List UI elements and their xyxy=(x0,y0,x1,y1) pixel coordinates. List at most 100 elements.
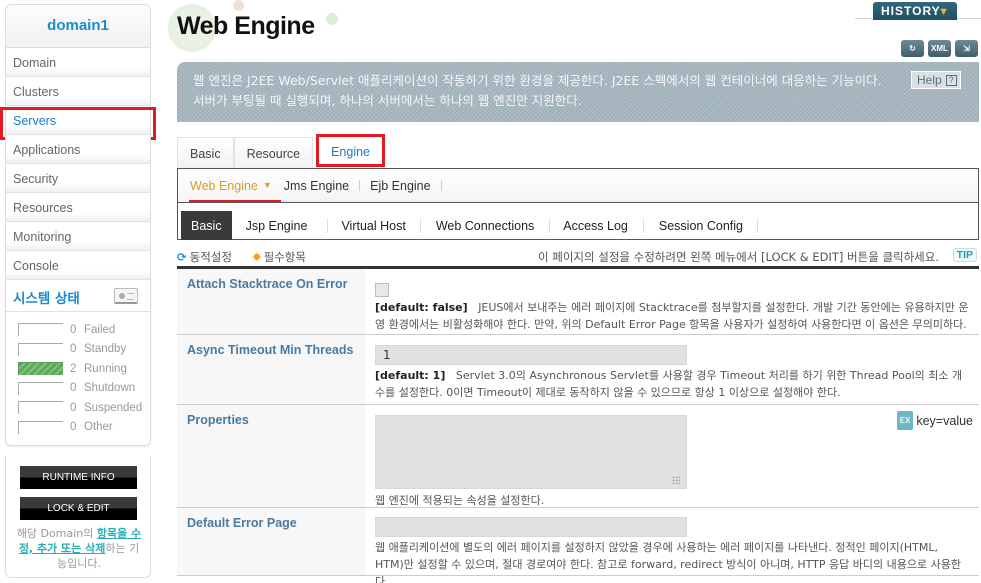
default-error-page-input[interactable] xyxy=(375,517,687,537)
status-label: Suspended xyxy=(84,401,143,414)
resize-grip-icon[interactable] xyxy=(672,476,680,484)
default-value: [default: 1] xyxy=(375,369,446,382)
reload-icon[interactable]: ↻ xyxy=(901,40,924,57)
status-label: Other xyxy=(84,421,113,434)
status-bar xyxy=(18,362,63,376)
monitor-icon[interactable] xyxy=(114,288,138,304)
question-icon: ? xyxy=(945,75,957,86)
system-status-panel: 시스템 상태 0 Failed 0 Standby 2 Running 0 Sh… xyxy=(5,280,151,446)
server-status-list: 0 Failed 0 Standby 2 Running 0 Shutdown … xyxy=(6,312,150,437)
tab-basic[interactable]: Basic xyxy=(177,137,234,168)
sub-tabs: Basic Jsp Engine Virtual Host Web Connec… xyxy=(178,203,978,240)
history-button[interactable]: HISTORY ▼ xyxy=(873,2,957,20)
export-icon[interactable]: ⇲ xyxy=(955,40,978,57)
form-row-async-timeout: Async Timeout Min Threads 1 [default: 1]… xyxy=(177,335,979,405)
tab-separator xyxy=(440,180,442,191)
field-value: 웹 애플리케이션에 별도의 에러 페이지를 설정하지 않았을 경우에 사용하는 … xyxy=(365,508,979,583)
history-label: HISTORY xyxy=(881,4,941,18)
status-count: 0 xyxy=(70,401,77,414)
status-count: 0 xyxy=(70,323,77,336)
sidebar-item-security[interactable]: Security xyxy=(5,164,151,193)
sidebar-item-resources[interactable]: Resources xyxy=(5,193,151,222)
status-count: 2 xyxy=(70,362,77,375)
required-star-icon: ✸ xyxy=(252,250,262,264)
status-count: 0 xyxy=(70,382,77,395)
status-row-failed: 0 Failed xyxy=(18,320,150,340)
help-label: Help xyxy=(917,73,942,87)
settings-form: Attach Stacktrace On Error [default: fal… xyxy=(177,266,979,583)
status-label: Running xyxy=(84,362,127,375)
legend-required: ✸ 필수항목 xyxy=(252,249,306,265)
help-button[interactable]: Help? xyxy=(911,71,961,89)
dynamic-setting-icon: ⟳ xyxy=(177,250,187,264)
runtime-info-button[interactable]: RUNTIME INFO xyxy=(20,466,137,489)
field-description: 웹 엔진에 적용되는 속성을 설정한다. xyxy=(375,494,545,507)
subtab-basic[interactable]: Basic xyxy=(181,211,232,240)
tip-icon: TIP xyxy=(952,248,977,262)
sidebar-item-servers[interactable]: Servers xyxy=(0,106,156,140)
status-bar xyxy=(18,381,63,395)
field-description: 웹 애플리케이션에 별도의 에러 페이지를 설정하지 않았을 경우에 사용하는 … xyxy=(375,541,961,583)
subtab-web-connections[interactable]: Web Connections xyxy=(419,211,549,240)
engine-tab-panel: Web Engine ▼ Jms Engine Ejb Engine Basic … xyxy=(177,168,979,240)
description-banner: 웹 엔진은 J2EE Web/Servlet 애플리케이션이 작동하기 위한 환… xyxy=(177,62,979,122)
attach-stacktrace-checkbox[interactable] xyxy=(375,283,389,297)
system-status-header: 시스템 상태 xyxy=(6,280,150,312)
sidebar-nav: Domain Clusters Servers Applications Sec… xyxy=(0,48,156,280)
field-value: 1 [default: 1] Servlet 3.0의 Asynchronous… xyxy=(365,335,979,404)
field-description: Servlet 3.0의 Asynchronous Servlet를 사용할 경… xyxy=(375,369,963,399)
subtab-session-config[interactable]: Session Config xyxy=(642,211,759,240)
decorative-circle xyxy=(326,13,338,25)
field-label: Default Error Page xyxy=(177,508,365,575)
sidebar-item-applications[interactable]: Applications xyxy=(5,135,151,164)
lock-edit-button[interactable]: LOCK & EDIT xyxy=(20,497,137,520)
system-status-title: 시스템 상태 xyxy=(13,291,80,307)
field-label: Properties xyxy=(177,405,365,507)
status-label: Shutdown xyxy=(84,382,136,395)
page-description: 웹 엔진은 J2EE Web/Servlet 애플리케이션이 작동하기 위한 환… xyxy=(193,73,882,108)
properties-textarea[interactable] xyxy=(375,415,687,489)
tab-engine[interactable]: Engine xyxy=(316,134,386,167)
form-row-default-error-page: Default Error Page 웹 애플리케이션에 별도의 에러 페이지를… xyxy=(177,508,979,583)
sidebar-item-console[interactable]: Console xyxy=(5,251,151,280)
status-bar xyxy=(18,342,63,356)
sidebar-item-monitoring[interactable]: Monitoring xyxy=(5,222,151,251)
form-row-attach-stacktrace: Attach Stacktrace On Error [default: fal… xyxy=(177,269,979,335)
status-label: Standby xyxy=(84,343,127,356)
page-title: Web Engine xyxy=(177,12,315,40)
engine-tabs: Web Engine ▼ Jms Engine Ejb Engine xyxy=(178,169,978,203)
xml-export-icon[interactable]: XML xyxy=(928,40,951,57)
status-bar xyxy=(18,401,63,415)
tab-separator xyxy=(359,180,361,191)
field-label: Async Timeout Min Threads xyxy=(177,335,365,404)
subtab-virtual-host[interactable]: Virtual Host xyxy=(327,211,419,240)
main-tabs: Basic Resource Engine xyxy=(177,134,386,168)
lock-edit-tip: 이 페이지의 설정을 수정하려면 왼쪽 메뉴에서 [LOCK & EDIT] 버… xyxy=(538,250,939,264)
status-row-standby: 0 Standby xyxy=(18,340,150,360)
toolbar-icons: ↻ XML ⇲ xyxy=(901,40,978,57)
field-label: Attach Stacktrace On Error xyxy=(177,269,365,334)
tab-resource[interactable]: Resource xyxy=(233,137,314,168)
sidebar-item-domain[interactable]: Domain xyxy=(5,48,151,77)
tab-jms-engine[interactable]: Jms Engine xyxy=(278,179,355,193)
status-row-shutdown: 0 Shutdown xyxy=(18,379,150,399)
status-row-other: 0 Other xyxy=(18,418,150,438)
tab-web-engine[interactable]: Web Engine ▼ xyxy=(189,178,281,202)
subtab-jsp-engine[interactable]: Jsp Engine xyxy=(232,211,328,240)
status-row-running: 2 Running xyxy=(18,359,150,379)
note-prefix: 해당 Domain의 xyxy=(16,527,97,540)
default-value: [default: false] xyxy=(375,301,468,314)
tab-web-engine-label: Web Engine xyxy=(190,178,258,193)
legend-dynamic: ⟳ 동적설정 xyxy=(177,249,232,265)
lock-edit-note: 해당 Domain의 항목을 수정, 추가 또는 삭제하는 기능입니다. xyxy=(14,526,144,571)
decorative-circle xyxy=(233,0,244,11)
sidebar: domain1 Domain Clusters Servers Applicat… xyxy=(0,4,156,578)
status-label: Failed xyxy=(84,323,116,336)
caret-down-icon: ▼ xyxy=(262,179,272,190)
tab-ejb-engine[interactable]: Ejb Engine xyxy=(364,179,436,193)
subtab-access-log[interactable]: Access Log xyxy=(549,211,643,240)
async-timeout-input[interactable]: 1 xyxy=(375,345,687,365)
sidebar-item-clusters[interactable]: Clusters xyxy=(5,77,151,106)
domain-name[interactable]: domain1 xyxy=(5,4,151,48)
example-text: key=value xyxy=(916,414,973,428)
